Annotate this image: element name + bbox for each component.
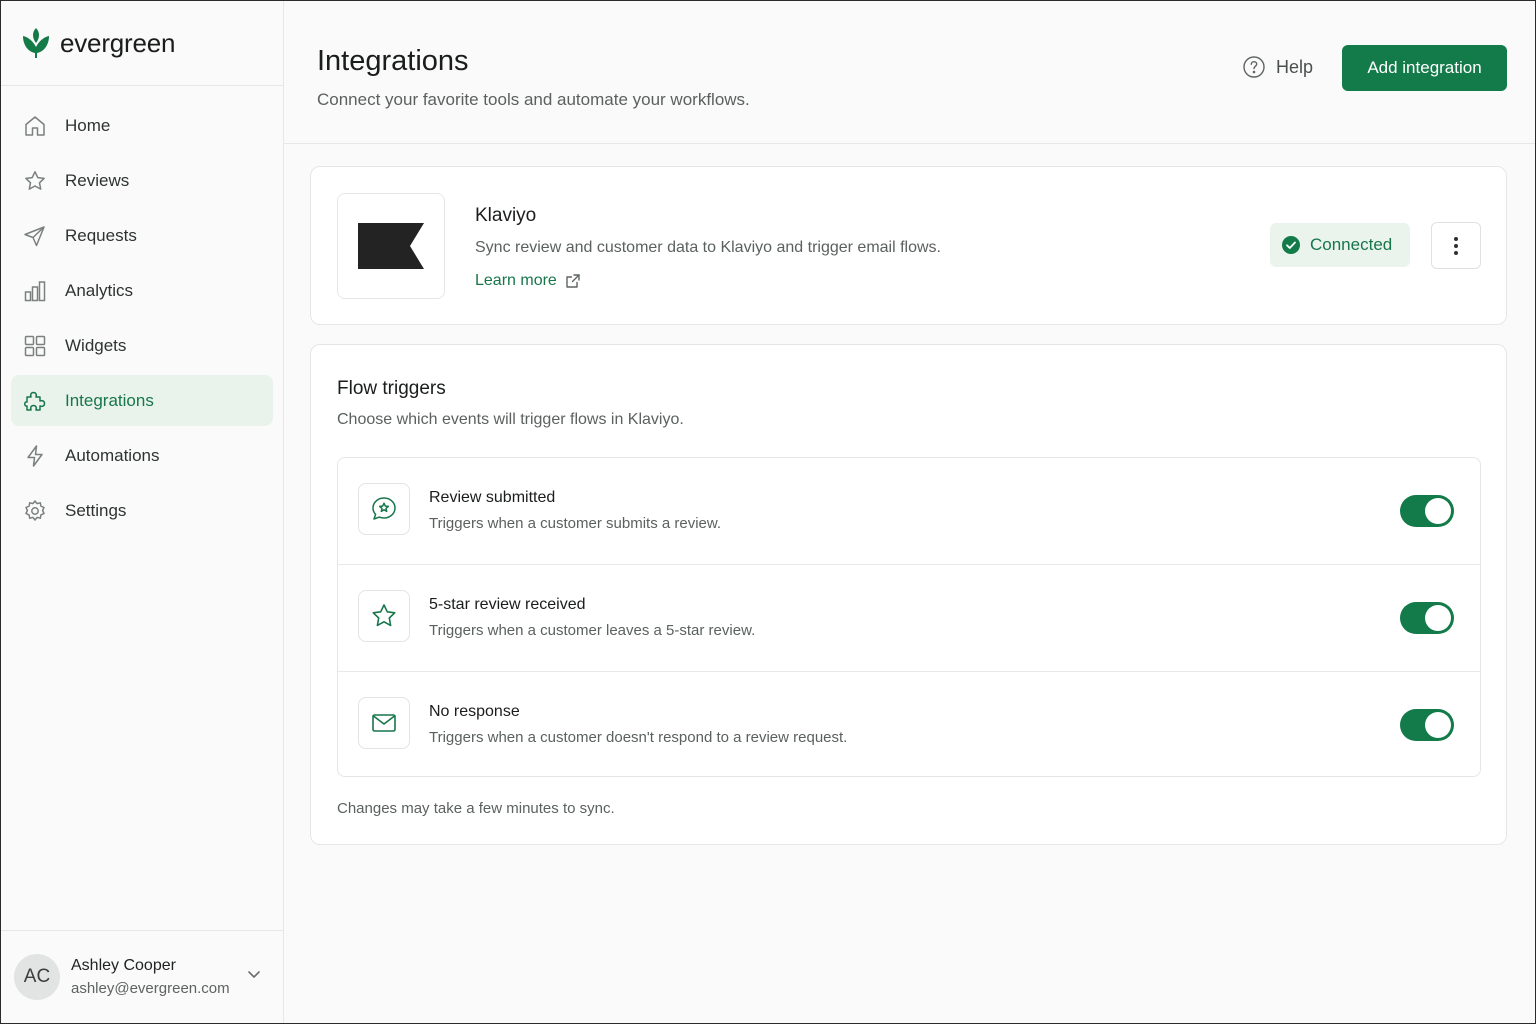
toggle-knob [1425, 712, 1451, 738]
trigger-description: Triggers when a customer leaves a 5-star… [429, 622, 756, 639]
mail-icon [372, 714, 396, 732]
trigger-description: Triggers when a customer doesn't respond… [429, 729, 848, 746]
add-integration-button[interactable]: Add integration [1342, 45, 1507, 91]
sidebar-item-label: Analytics [65, 280, 134, 300]
sidebar-item-label: Integrations [65, 390, 154, 410]
sidebar: evergreen Home Reviews Requests Analytic… [1, 1, 284, 1023]
toggle-knob [1425, 605, 1451, 631]
gear-icon [23, 499, 47, 523]
sidebar-item-settings[interactable]: Settings [11, 485, 273, 536]
sidebar-item-label: Requests [65, 225, 137, 245]
learn-more-label: Learn more [475, 272, 557, 289]
brand-name: evergreen [60, 27, 176, 58]
status-badge: Connected [1270, 223, 1410, 267]
toggle-knob [1425, 498, 1451, 524]
status-label: Connected [1310, 235, 1393, 254]
brand[interactable]: evergreen [1, 1, 283, 86]
trigger-toggle-review-submitted[interactable] [1400, 495, 1454, 527]
grid-icon [23, 334, 47, 358]
external-link-icon [566, 274, 580, 288]
trigger-name: Review submitted [429, 489, 556, 506]
more-options-button[interactable] [1431, 222, 1481, 269]
help-label: Help [1276, 56, 1314, 77]
sidebar-item-widgets[interactable]: Widgets [11, 320, 273, 371]
trigger-row-no-response: No response Triggers when a customer doe… [338, 672, 1480, 776]
sidebar-item-home[interactable]: Home [11, 100, 273, 151]
sidebar-item-label: Widgets [65, 335, 127, 355]
trigger-row-review-submitted: Review submitted Triggers when a custome… [338, 458, 1480, 565]
sidebar-item-label: Home [65, 115, 111, 135]
puzzle-icon [23, 389, 47, 413]
sidebar-item-label: Reviews [65, 170, 130, 190]
section-subtitle: Choose which events will trigger flows i… [337, 411, 684, 428]
sidebar-item-label: Settings [65, 500, 127, 520]
sidebar-item-label: Automations [65, 445, 160, 465]
trigger-toggle-no-response[interactable] [1400, 709, 1454, 741]
trigger-name: No response [429, 703, 520, 720]
page-title: Integrations [317, 45, 469, 77]
trigger-row-5-star: 5-star review received Triggers when a c… [338, 565, 1480, 672]
bar-chart-icon [23, 279, 47, 303]
star-icon [23, 169, 47, 193]
check-circle-icon [1282, 236, 1300, 254]
sidebar-item-analytics[interactable]: Analytics [11, 265, 273, 316]
user-name: Ashley Cooper [71, 957, 176, 974]
page-subtitle: Connect your favorite tools and automate… [317, 90, 750, 109]
help-icon [1243, 56, 1265, 78]
trigger-list: Review submitted Triggers when a custome… [337, 457, 1481, 777]
user-menu[interactable]: AC Ashley Cooper ashley@evergreen.com [1, 930, 283, 1023]
section-title: Flow triggers [337, 378, 446, 399]
sidebar-item-reviews[interactable]: Reviews [11, 155, 273, 206]
send-icon [23, 224, 47, 248]
kebab-menu-icon [1454, 236, 1458, 255]
sync-note: Changes may take a few minutes to sync. [337, 800, 615, 817]
main-content: Integrations Connect your favorite tools… [284, 1, 1535, 1023]
integration-description: Sync review and customer data to Klaviyo… [475, 239, 941, 256]
integration-name: Klaviyo [475, 205, 537, 226]
trigger-name: 5-star review received [429, 596, 586, 613]
sidebar-item-requests[interactable]: Requests [11, 210, 273, 261]
lightning-icon [23, 444, 47, 468]
star-icon [372, 604, 396, 627]
chat-star-icon [372, 497, 396, 520]
sidebar-nav: Home Reviews Requests Analytics Widgets … [1, 86, 283, 536]
chevron-down-icon[interactable] [245, 965, 263, 983]
integration-card: Klaviyo Sync review and customer data to… [310, 166, 1507, 325]
home-icon [23, 114, 47, 138]
trigger-toggle-5-star[interactable] [1400, 602, 1454, 634]
app-window: evergreen Home Reviews Requests Analytic… [0, 0, 1536, 1024]
user-email: ashley@evergreen.com [71, 980, 230, 997]
learn-more-link[interactable]: Learn more [475, 272, 581, 290]
sidebar-item-automations[interactable]: Automations [11, 430, 273, 481]
help-link[interactable]: Help [1242, 55, 1313, 79]
avatar: AC [14, 954, 60, 1000]
page-header: Integrations Connect your favorite tools… [284, 1, 1535, 144]
klaviyo-logo [337, 193, 445, 299]
trigger-description: Triggers when a customer submits a revie… [429, 515, 722, 532]
sidebar-item-integrations[interactable]: Integrations [11, 375, 273, 426]
flow-triggers-card: Flow triggers Choose which events will t… [310, 344, 1507, 845]
klaviyo-flag-icon [358, 223, 424, 269]
evergreen-logo-icon [21, 26, 51, 60]
